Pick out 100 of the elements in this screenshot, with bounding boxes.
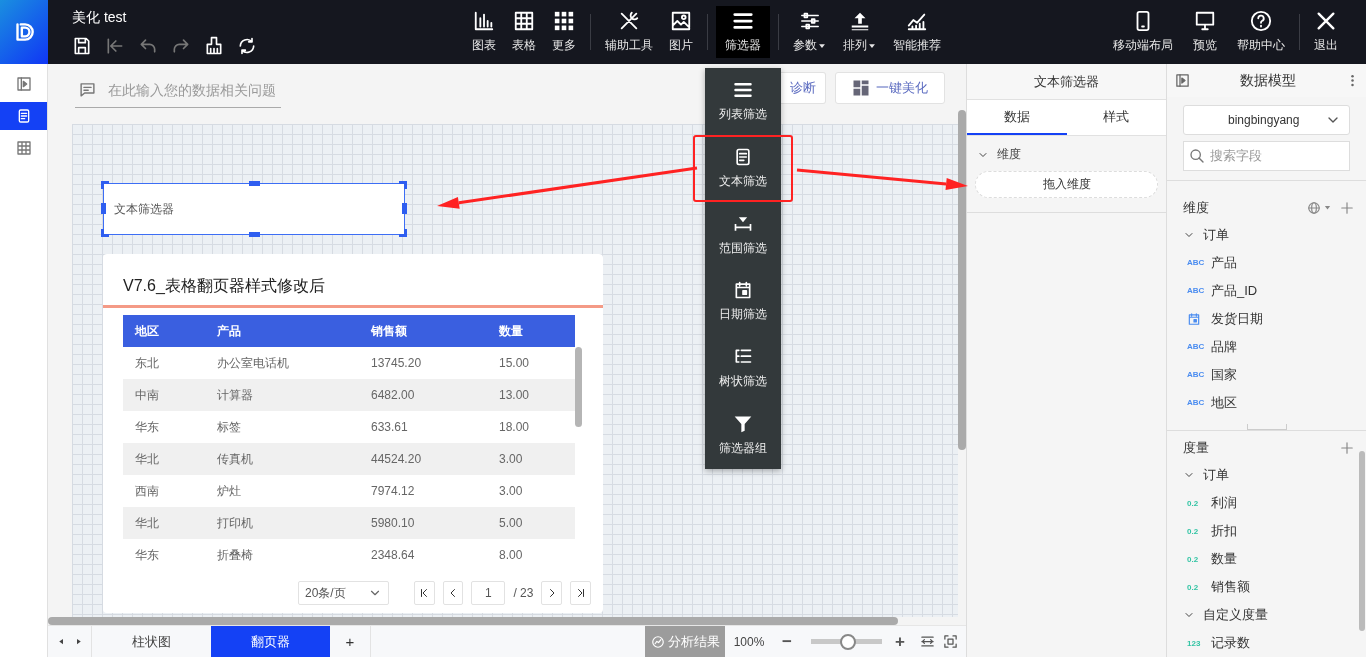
field-name[interactable]: 折扣 (1211, 522, 1237, 540)
field-name[interactable]: 记录数 (1211, 634, 1250, 652)
zoom-reading: 100% (732, 634, 766, 649)
page-input[interactable]: 1 (471, 581, 506, 605)
toolbar-button[interactable]: 辅助工具 (599, 6, 659, 58)
tree-group[interactable]: 自定义度量 (1183, 601, 1366, 629)
diagnose-button[interactable]: 诊断 (780, 72, 826, 104)
toolbar-button[interactable]: 图片 (663, 6, 699, 58)
field-name[interactable]: 地区 (1211, 393, 1237, 412)
sidebar-item[interactable] (0, 102, 47, 130)
scrollbar[interactable] (958, 110, 966, 450)
widget-label: 文本筛选器 (114, 200, 174, 218)
zoom-in-button[interactable]: + (892, 629, 908, 654)
toolbar-button[interactable]: 更多 (546, 6, 582, 58)
toolbar-button[interactable]: 帮助中心 (1231, 6, 1291, 58)
field-name[interactable]: 发货日期 (1211, 309, 1263, 328)
brush-icon[interactable] (204, 35, 224, 56)
scroll-left-icon[interactable] (56, 637, 66, 646)
section-header[interactable]: 维度 (975, 146, 1158, 163)
resize-handle[interactable] (402, 203, 407, 214)
beautify-button[interactable]: 一键美化 (835, 72, 945, 104)
resize-handle[interactable] (399, 229, 407, 237)
table-cell-text: 6482.00 (370, 388, 416, 402)
resize-handle[interactable] (399, 181, 407, 189)
resize-handle[interactable] (249, 232, 260, 237)
toolbar-button[interactable]: 参数 (787, 6, 833, 58)
table-cell-text: 华东 (134, 546, 160, 564)
app-logo[interactable] (0, 0, 48, 64)
table-cell-text: 传真机 (216, 450, 254, 468)
image-icon (670, 10, 692, 32)
table-cell-text: 华东 (134, 418, 160, 436)
search-field[interactable]: 搜索字段 (1183, 140, 1350, 171)
table-cell-text: 7974.12 (370, 484, 416, 498)
slider-thumb[interactable] (839, 633, 856, 650)
question-field[interactable]: 在此输入您的数据相关问题 (75, 72, 281, 108)
first-page-button[interactable] (413, 581, 435, 605)
fit-screen-icon[interactable] (943, 634, 958, 649)
field-type-label: 0.2 (1187, 526, 1200, 536)
tools-icon (618, 10, 640, 32)
toolbar-button[interactable]: 预览 (1187, 6, 1223, 58)
monitor-icon (1194, 10, 1216, 32)
resize-handle[interactable] (101, 203, 106, 214)
zoom-out-button[interactable]: − (779, 629, 795, 654)
drop-zone[interactable]: 拖入维度 (975, 171, 1158, 198)
field-name[interactable]: 数量 (1211, 550, 1237, 568)
filter-menu-item[interactable]: 范围筛选 (705, 201, 781, 269)
resize-handle[interactable] (101, 181, 109, 189)
filter-menu-item[interactable]: 筛选器组 (705, 402, 781, 469)
field-name[interactable]: 产品_ID (1211, 281, 1258, 300)
toolbar-button[interactable]: 图表 (466, 6, 502, 58)
column-header: 地区 (133, 322, 160, 340)
tab[interactable]: 数据 (967, 100, 1067, 135)
tree-group[interactable]: 订单 (1183, 461, 1366, 489)
toolbar-button[interactable]: 退出 (1308, 6, 1344, 58)
table-cell-text: 标签 (216, 418, 242, 436)
field-name[interactable]: 国家 (1211, 365, 1237, 384)
filter-menu-item[interactable]: 树状筛选 (705, 335, 781, 403)
scrollbar[interactable] (48, 617, 898, 625)
filter-menu-item[interactable]: 列表筛选 (705, 68, 781, 135)
resize-handle[interactable] (101, 229, 109, 237)
table-cell-text: 办公室电话机 (216, 354, 290, 372)
message-icon (79, 81, 96, 98)
field-name[interactable]: 品牌 (1211, 337, 1237, 356)
panel-toggle-icon[interactable] (1175, 73, 1190, 88)
table-icon (15, 140, 32, 156)
help-icon (1250, 10, 1272, 32)
table-cell-text: 3.00 (498, 452, 524, 466)
table-cell-text: 8.00 (498, 548, 524, 562)
scrollbar[interactable] (1359, 451, 1365, 631)
dataset-select[interactable]: bingbingyang (1183, 105, 1350, 135)
tab[interactable]: 样式 (1066, 100, 1166, 135)
toolbar-button[interactable]: 排列 (837, 6, 883, 58)
add-sheet-button[interactable]: + (330, 625, 371, 657)
scrollbar[interactable] (575, 347, 582, 427)
save-icon[interactable] (72, 35, 92, 56)
resize-handle[interactable] (249, 181, 260, 186)
field-name[interactable]: 利润 (1211, 494, 1237, 512)
refresh-icon[interactable] (237, 35, 257, 56)
fit-width-icon[interactable] (920, 634, 935, 649)
toolbar-button[interactable]: 智能推荐 (887, 6, 947, 58)
toolbar-button[interactable]: 筛选器 (716, 6, 770, 58)
field-type-label: 0.2 (1187, 498, 1200, 508)
text-filter-widget[interactable]: 文本筛选器 (103, 183, 405, 235)
filter-menu-item[interactable]: 日期筛选 (705, 268, 781, 336)
analysis-icon (650, 634, 665, 649)
sheet-tab[interactable]: 柱状图 (92, 625, 211, 657)
last-page-button[interactable] (570, 581, 591, 605)
sheet-tab[interactable]: 翻页器 (211, 625, 330, 657)
field-type-label: 0.2 (1187, 554, 1200, 564)
toolbar-button[interactable]: 表格 (506, 6, 542, 58)
field-name[interactable]: 产品 (1211, 253, 1237, 272)
toolbar-button[interactable]: 移动端布局 (1107, 6, 1179, 58)
field-name[interactable]: 销售额 (1211, 578, 1250, 596)
globe-icon[interactable] (1307, 200, 1321, 215)
add-icon[interactable] (1340, 441, 1354, 455)
page-size-select[interactable]: 20条/页 (298, 581, 389, 605)
section-title: 度量 (1183, 439, 1209, 457)
tree-group[interactable]: 订单 (1183, 220, 1366, 249)
filter-menu-item[interactable]: 文本筛选 (705, 136, 781, 200)
field-type-label: 123 (1187, 638, 1201, 648)
